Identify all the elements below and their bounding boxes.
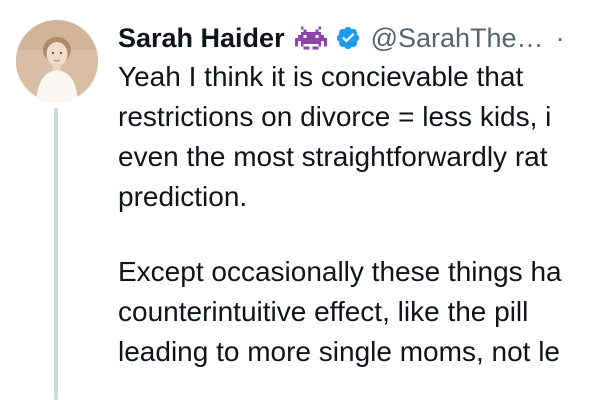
- tweet-line: restrictions on divorce = less kids, i: [118, 101, 552, 132]
- verified-badge-icon[interactable]: [335, 25, 361, 51]
- tweet: Sarah Haider @SarahThe… · Yeah I think i…: [0, 0, 600, 400]
- thread-line: [54, 108, 58, 400]
- tweet-line: Except occasionally these things ha: [118, 256, 562, 287]
- tweet-line: Yeah I think it is concievable that: [118, 61, 524, 92]
- tweet-header: Sarah Haider @SarahThe… ·: [118, 18, 565, 58]
- tweet-line: even the most straightforwardly rat: [118, 141, 548, 172]
- tweet-line: leading to more single moms, not le: [118, 336, 560, 367]
- separator-dot: ·: [555, 22, 565, 53]
- author-handle[interactable]: @SarahThe…: [371, 23, 544, 54]
- tweet-line: prediction.: [118, 181, 248, 212]
- tweet-text: Yeah I think it is concievable that rest…: [118, 57, 600, 372]
- avatar[interactable]: [16, 20, 98, 102]
- author-name[interactable]: Sarah Haider: [118, 23, 285, 54]
- tweet-line: counterintuitive effect, like the pill: [118, 296, 529, 327]
- space-invader-icon: [294, 26, 327, 50]
